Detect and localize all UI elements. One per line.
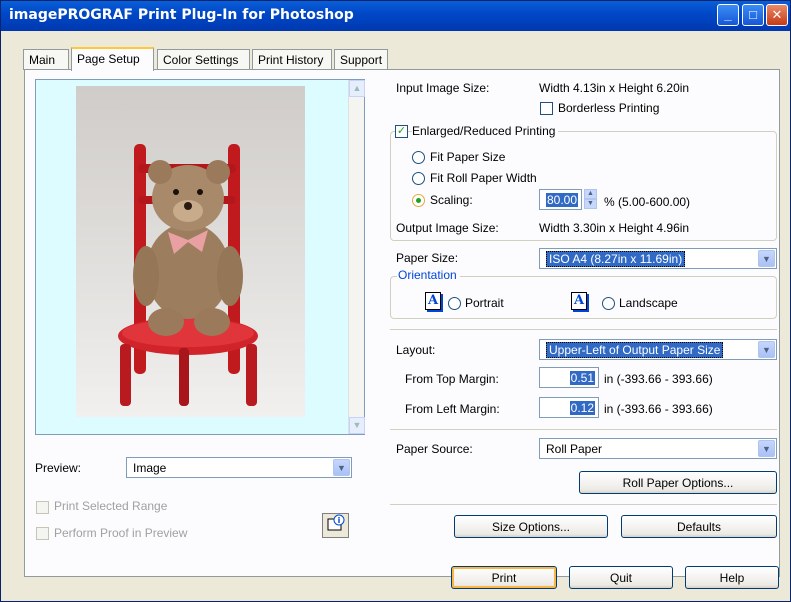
chevron-up-icon[interactable]: ▲ [349, 80, 365, 97]
layout-select[interactable]: Upper-Left of Output Paper Size ▼ [539, 339, 777, 360]
output-image-size-value: Width 3.30in x Height 4.96in [539, 221, 690, 235]
chevron-down-icon: ▼ [758, 440, 775, 457]
input-image-size-value: Width 4.13in x Height 6.20in [539, 81, 690, 95]
borderless-printing-checkbox[interactable] [540, 102, 553, 115]
paper-source-value: Roll Paper [546, 442, 603, 456]
input-image-size-label: Input Image Size: [396, 81, 490, 95]
minimize-button[interactable]: _ [717, 4, 739, 26]
scaling-range: % (5.00-600.00) [604, 195, 691, 209]
window-title: imagePROGRAF Print Plug-In for Photoshop [9, 7, 354, 23]
close-button[interactable]: ✕ [766, 4, 788, 26]
chevron-down-icon: ▼ [758, 250, 775, 267]
chevron-down-icon: ▼ [758, 341, 775, 358]
portrait-icon: A [425, 292, 441, 310]
top-margin-value: 0.51 [569, 371, 595, 385]
preview-select[interactable]: Image ▼ [126, 457, 352, 478]
paper-size-select[interactable]: ISO A4 (8.27in x 11.69in) ▼ [539, 248, 777, 269]
fit-roll-paper-width-radio[interactable] [412, 172, 425, 185]
perform-proof-checkbox[interactable] [36, 527, 49, 540]
scaling-spinner[interactable]: ▲ ▼ [584, 189, 597, 210]
top-margin-range: in (-393.66 - 393.66) [604, 372, 713, 386]
paper-size-value: ISO A4 (8.27in x 11.69in) [546, 251, 686, 267]
portrait-label: Portrait [465, 296, 504, 310]
landscape-icon: A [571, 292, 587, 310]
borderless-printing-label: Borderless Printing [558, 101, 660, 115]
tab-print-history[interactable]: Print History [252, 49, 332, 70]
help-button[interactable]: Help [685, 566, 779, 589]
enlarged-reduced-label: Enlarged/Reduced Printing [412, 124, 559, 138]
paper-source-label: Paper Source: [396, 442, 473, 456]
maximize-button[interactable]: □ [742, 4, 764, 26]
output-image-size-label: Output Image Size: [396, 221, 499, 235]
print-selected-range-checkbox[interactable] [36, 501, 49, 514]
print-selected-range-label: Print Selected Range [54, 499, 168, 513]
print-button[interactable]: Print [451, 566, 557, 589]
tab-main[interactable]: Main [23, 49, 69, 70]
fit-paper-size-label: Fit Paper Size [430, 150, 506, 164]
portrait-radio[interactable] [448, 297, 461, 310]
preview-scrollbar[interactable]: ▲ ▼ [348, 80, 365, 434]
layout-value: Upper-Left of Output Paper Size [546, 342, 724, 358]
plugin-window: imagePROGRAF Print Plug-In for Photoshop… [0, 0, 791, 602]
scaling-input[interactable]: 80.00 [539, 189, 582, 210]
svg-text:i: i [337, 516, 340, 525]
layout-label: Layout: [396, 343, 436, 357]
paper-source-select[interactable]: Roll Paper ▼ [539, 438, 777, 459]
perform-proof-label: Perform Proof in Preview [54, 526, 188, 540]
preview-image [76, 86, 305, 417]
info-icon: i [327, 514, 344, 531]
title-bar: imagePROGRAF Print Plug-In for Photoshop… [1, 1, 790, 31]
preview-value: Image [133, 461, 167, 475]
scaling-radio[interactable] [412, 194, 425, 207]
divider [390, 429, 777, 430]
preview-label: Preview: [35, 461, 82, 475]
quit-button[interactable]: Quit [569, 566, 673, 589]
chevron-down-icon: ▼ [333, 459, 350, 476]
left-margin-value: 0.12 [569, 401, 595, 415]
left-margin-range: in (-393.66 - 393.66) [604, 402, 713, 416]
left-margin-label: From Left Margin: [405, 402, 500, 416]
chevron-down-icon[interactable]: ▼ [349, 417, 365, 434]
defaults-button[interactable]: Defaults [621, 515, 777, 538]
size-options-button[interactable]: Size Options... [454, 515, 608, 538]
top-margin-label: From Top Margin: [405, 372, 499, 386]
divider [390, 329, 777, 330]
roll-paper-options-button[interactable]: Roll Paper Options... [579, 471, 777, 494]
top-margin-input[interactable]: 0.51 [539, 367, 599, 388]
tab-color-settings[interactable]: Color Settings [157, 49, 250, 70]
landscape-radio[interactable] [602, 297, 615, 310]
scaling-label: Scaling: [430, 193, 473, 207]
spin-up-icon[interactable]: ▲ [584, 189, 597, 199]
tab-page-setup[interactable]: Page Setup [71, 47, 154, 71]
landscape-label: Landscape [619, 296, 678, 310]
fit-roll-paper-width-label: Fit Roll Paper Width [430, 171, 537, 185]
divider [390, 504, 777, 505]
enlarged-reduced-checkbox[interactable]: ✓ [395, 125, 408, 138]
left-margin-input[interactable]: 0.12 [539, 397, 599, 418]
tab-support[interactable]: Support [334, 49, 388, 70]
fit-paper-size-radio[interactable] [412, 151, 425, 164]
scaling-value: 80.00 [545, 193, 578, 207]
spin-down-icon[interactable]: ▼ [584, 199, 597, 209]
preview-area: ▲ ▼ [35, 79, 365, 435]
orientation-label: Orientation [397, 268, 460, 282]
paper-size-label: Paper Size: [396, 251, 459, 265]
info-button[interactable]: i [322, 513, 349, 538]
